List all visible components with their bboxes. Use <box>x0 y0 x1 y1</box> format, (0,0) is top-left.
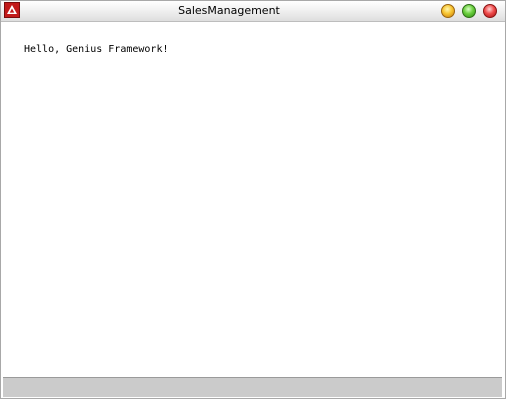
hello-message: Hello, Genius Framework! <box>24 44 169 55</box>
application-window: SalesManagement Hello, Genius Framework! <box>0 0 506 399</box>
window-title: SalesManagement <box>178 4 280 17</box>
minimize-button[interactable] <box>441 4 455 18</box>
close-button[interactable] <box>483 4 497 18</box>
title-bar[interactable]: SalesManagement <box>1 1 505 22</box>
content-area: Hello, Genius Framework! <box>1 22 505 376</box>
status-bar <box>3 377 502 397</box>
maximize-button[interactable] <box>462 4 476 18</box>
